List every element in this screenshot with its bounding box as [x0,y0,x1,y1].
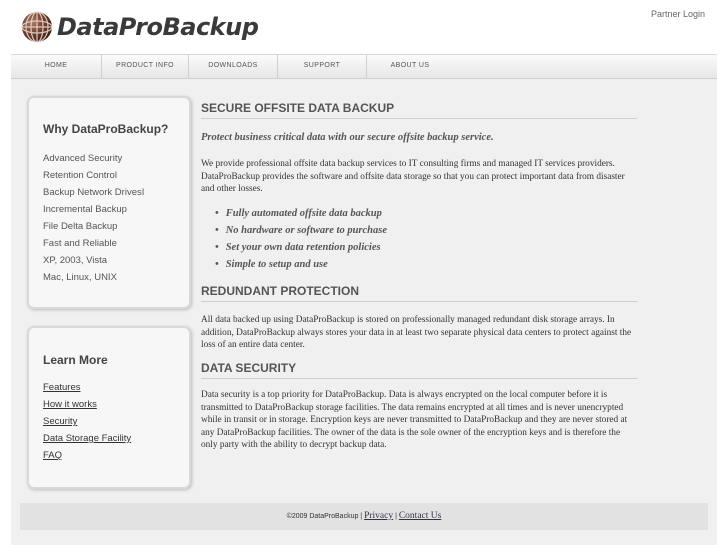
learn-more-title: Learn More [43,353,108,367]
why-box: Why DataProBackup? Advanced Security Ret… [27,96,191,309]
learn-link-features[interactable]: Features [43,382,131,399]
intro-paragraph: We provide professional offsite data bac… [201,159,625,194]
why-box-title: Why DataProBackup? [43,122,169,136]
globe-logo-icon [21,11,53,43]
tagline: Protect business critical data with our … [201,132,494,143]
learn-link-data-storage[interactable]: Data Storage Facility [43,433,131,450]
learn-link-how-it-works[interactable]: How it works [43,399,131,416]
list-item: No hardware or software to purchase [215,224,387,241]
why-list: Advanced Security Retention Control Back… [43,153,144,289]
nav-support[interactable]: SUPPORT [278,55,367,78]
nav-product-info[interactable]: PRODUCT INFO [102,55,189,78]
main-nav: HOME PRODUCT INFO DOWNLOADS SUPPORT ABOU… [11,54,717,79]
heading-secure-offsite: SECURE OFFSITE DATA BACKUP [201,102,637,119]
list-item: Retention Control [43,170,117,181]
list-item: Fast and Reliable [43,238,117,249]
learn-more-list: Features How it works Security Data Stor… [43,382,131,467]
heading-redundant-protection: REDUNDANT PROTECTION [201,285,637,302]
list-item: Advanced Security [43,153,123,164]
logo[interactable]: DataProBackup [21,10,259,44]
partner-login-link[interactable]: Partner Login [651,9,705,19]
heading-data-security: DATA SECURITY [201,362,637,379]
list-item: Backup Network DrivesI [43,187,145,198]
learn-link-faq[interactable]: FAQ [43,450,131,467]
feature-bullets: Fully automated offsite data backup No h… [215,207,387,275]
learn-link-security[interactable]: Security [43,416,131,433]
copyright: ©2009 DataProBackup | [286,513,363,520]
nav-home[interactable]: HOME [11,55,102,78]
footer-separator: | [395,513,397,520]
header: DataProBackup Partner Login [11,0,717,54]
security-paragraph: Data security is a top priority for Data… [201,390,628,450]
learn-more-box: Learn More Features How it works Securit… [27,326,191,489]
footer: ©2009 DataProBackup | Privacy | Contact … [20,503,708,530]
logo-text: DataProBackup [57,13,259,41]
list-item: Simple to setup and use [215,258,387,275]
nav-about-us[interactable]: ABOUT US [367,55,453,78]
list-item: Set your own data retention policies [215,241,387,258]
page: DataProBackup Partner Login HOME PRODUCT… [11,0,717,545]
list-item: XP, 2003, Vista [43,255,108,266]
list-item: Incremental Backup [43,204,127,215]
redundant-paragraph: All data backed up using DataProBackup i… [201,315,632,350]
contact-us-link[interactable]: Contact Us [399,511,441,521]
list-item: Fully automated offsite data backup [215,207,387,224]
list-item: File Delta Backup [43,221,118,232]
nav-downloads[interactable]: DOWNLOADS [189,55,278,78]
privacy-link[interactable]: Privacy [364,511,393,521]
list-item: Mac, Linux, UNIX [43,272,117,283]
